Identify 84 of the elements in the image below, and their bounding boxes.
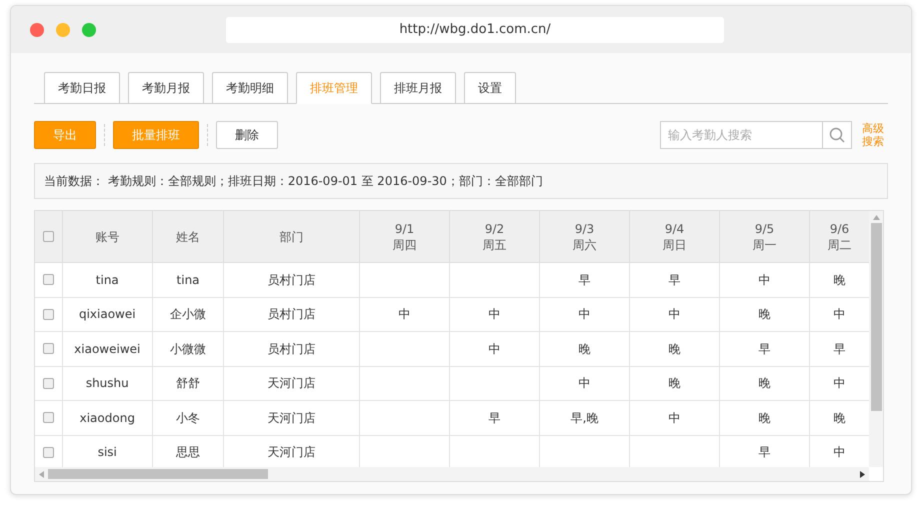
table-cell-text: 思思 (176, 444, 200, 462)
checkbox[interactable] (42, 412, 54, 424)
horizontal-scrollbar[interactable] (35, 467, 869, 481)
weekday-header: 周六 (572, 236, 596, 252)
shift-cell-text: 早,晚 (570, 410, 598, 427)
shift-cell-text: 早 (758, 444, 770, 462)
table-cell-text: shushu (86, 375, 129, 392)
secondary-button[interactable]: 删除 (216, 121, 278, 149)
weekday-header: 周一 (752, 236, 776, 252)
shift-cell-text: 晚 (758, 306, 770, 324)
checkbox[interactable] (42, 378, 54, 389)
shift-cell-text: 中 (488, 340, 500, 358)
weekday-header: 周二 (828, 236, 852, 252)
table-cell-text: 天河门店 (268, 444, 316, 462)
scroll-left-icon[interactable] (39, 470, 44, 478)
shift-cell-text: 晚 (834, 272, 846, 289)
shift-cell-text: 早 (488, 410, 500, 427)
column-header: 账号 (95, 228, 120, 246)
date-header: 9/2 (484, 220, 504, 236)
table-cell-text: 员村门店 (268, 340, 316, 358)
checkbox[interactable] (42, 308, 54, 320)
weekday-header: 周日 (662, 236, 686, 252)
shift-cell-text: 中 (668, 410, 680, 427)
weekday-header: 周五 (482, 236, 506, 252)
shift-cell-text: 中 (834, 444, 846, 462)
table-cell-text: 舒舒 (176, 375, 200, 392)
table-cell-text: 天河门店 (268, 375, 316, 392)
address-bar[interactable]: http://wbg.do1.com.cn/ (226, 16, 724, 42)
table-cell-text: 员村门店 (268, 272, 316, 289)
vertical-scrollbar[interactable] (869, 211, 883, 467)
checkbox[interactable] (42, 343, 54, 354)
shift-cell-text: 早 (834, 340, 846, 358)
maximize-icon[interactable] (82, 22, 96, 36)
shift-cell-text: 中 (834, 375, 846, 392)
shift-cell-text: 中 (488, 306, 500, 324)
date-header: 9/3 (574, 220, 594, 236)
table-cell-text: xiaoweiwei (74, 340, 140, 358)
tab[interactable]: 排班月报 (380, 72, 456, 104)
shift-cell-text: 中 (834, 306, 846, 324)
shift-cell-text: 中 (668, 306, 680, 324)
table-cell-text: xiaodong (80, 410, 135, 427)
date-header: 9/4 (664, 220, 684, 236)
table-cell-text: qixiaowei (78, 306, 136, 324)
date-header: 9/6 (830, 220, 850, 236)
shift-cell-text: 中 (578, 375, 590, 392)
shift-cell-text: 中 (758, 272, 770, 289)
shift-cell-text: 晚 (668, 340, 680, 358)
search-icon[interactable] (829, 127, 845, 143)
shift-cell-text: 早 (668, 272, 680, 289)
table-cell-text: 员村门店 (268, 306, 316, 324)
column-header: 部门 (280, 228, 304, 246)
minimize-icon[interactable] (56, 22, 70, 36)
shift-cell-text: 中 (578, 306, 590, 324)
table-cell-text: tina (176, 272, 200, 289)
filter-summary: 当前数据： 考勤规则：全部规则；排班日期：2016-09-01 至 2016-09-30；部门：全部部门 (34, 163, 888, 199)
checkbox[interactable] (42, 446, 54, 458)
table-cell-text: 小冬 (176, 410, 200, 427)
close-icon[interactable] (30, 22, 44, 36)
shift-cell-text: 晚 (668, 375, 680, 392)
table-cell-text: tina (96, 272, 119, 289)
shift-cell-text: 早 (758, 340, 770, 358)
table-cell-text: sisi (98, 444, 117, 462)
tab[interactable]: 考勤月报 (128, 72, 204, 104)
weekday-header: 周四 (392, 236, 416, 252)
date-header: 9/1 (394, 220, 414, 236)
table-cell-text: 企小微 (170, 306, 206, 324)
search-field[interactable]: 输入考勤人搜索 (660, 121, 823, 149)
shift-cell-text: 早 (578, 272, 590, 289)
shift-cell-text: 晚 (758, 375, 770, 392)
tab[interactable]: 考勤明细 (212, 72, 288, 104)
tab[interactable]: 考勤日报 (44, 72, 120, 104)
date-header: 9/5 (754, 220, 774, 236)
column-header: 姓名 (176, 228, 200, 246)
shift-cell-text: 晚 (578, 340, 590, 358)
scroll-up-icon[interactable] (872, 215, 880, 220)
table-cell-text: 天河门店 (268, 410, 316, 427)
shift-cell-text: 晚 (834, 410, 846, 427)
table-cell-text: 小微微 (170, 340, 206, 358)
scroll-right-icon[interactable] (860, 470, 865, 478)
shift-cell-text: 中 (398, 306, 410, 324)
checkbox[interactable] (42, 274, 54, 286)
shift-cell-text: 晚 (758, 410, 770, 427)
tab[interactable]: 设置 (464, 72, 516, 104)
checkbox[interactable] (42, 231, 54, 242)
